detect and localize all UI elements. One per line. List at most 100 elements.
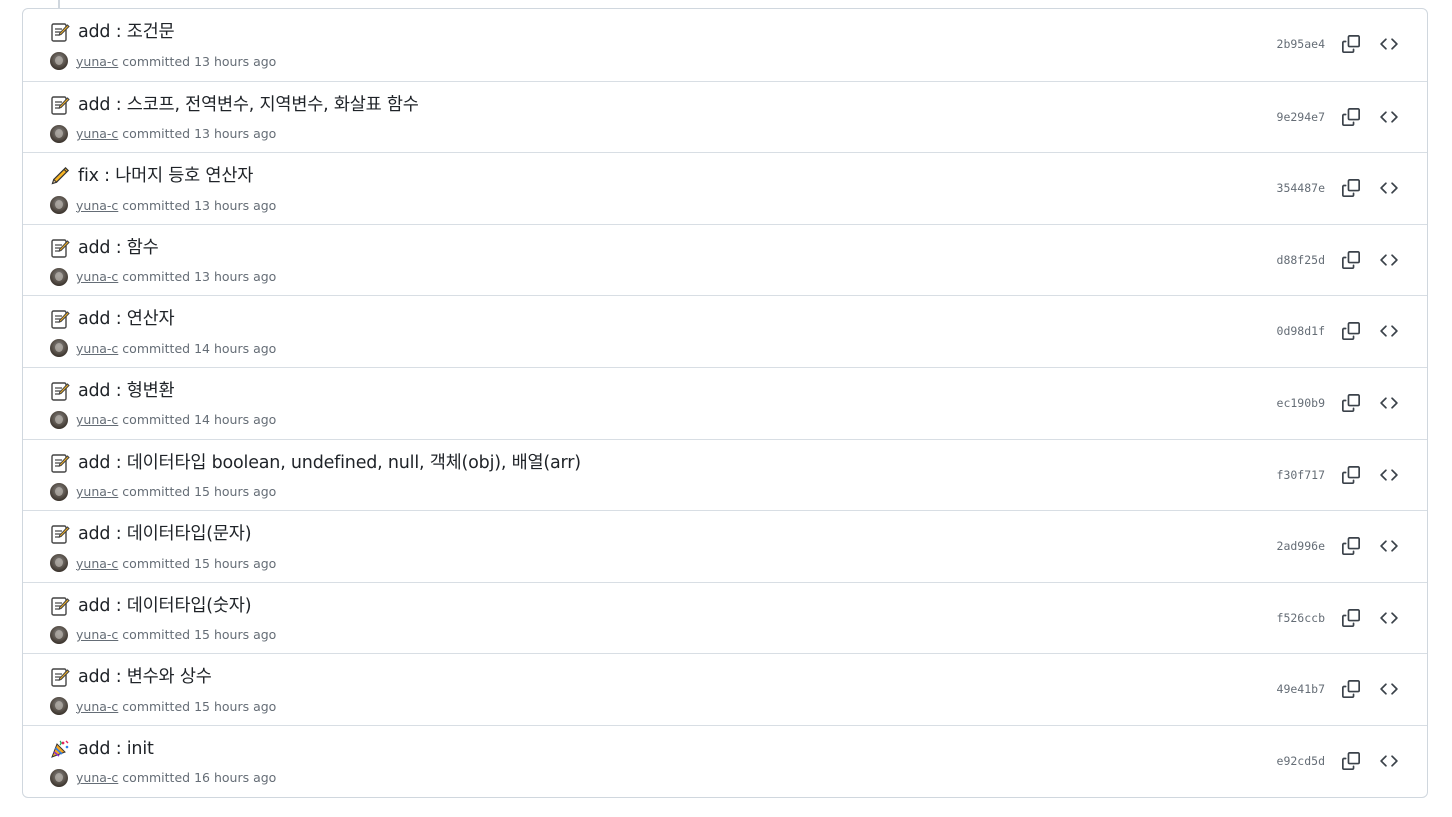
relative-time: 15 hours ago [194,698,277,714]
author-link[interactable]: yuna-c [76,699,118,714]
memo-icon [50,309,70,330]
copy-icon [1342,537,1360,556]
browse-repo-button[interactable] [1377,464,1401,486]
memo-icon [50,596,70,616]
commit-verb: committed [122,269,191,285]
copy-sha-button[interactable] [1339,106,1363,128]
code-icon [1380,540,1398,552]
browse-repo-button[interactable] [1377,106,1401,128]
relative-time: 14 hours ago [194,412,277,428]
browse-repo-button[interactable] [1377,678,1401,700]
author-link[interactable]: yuna-c [76,341,118,356]
author-link[interactable]: yuna-c [76,198,118,213]
commit-verb: committed [122,627,191,643]
author-link[interactable]: yuna-c [76,126,118,141]
browse-repo-button[interactable] [1377,607,1401,629]
browse-repo-button[interactable] [1377,177,1401,199]
author-link[interactable]: yuna-c [76,770,118,785]
browse-repo-button[interactable] [1377,33,1401,55]
commit-sha-link[interactable]: 9e294e7 [1277,110,1325,124]
commit-sha-link[interactable]: d88f25d [1277,253,1325,267]
commit-meta: yuna-c committed 16 hours ago [50,768,276,788]
avatar[interactable] [50,196,68,215]
browse-repo-button[interactable] [1377,392,1401,414]
author-link[interactable]: yuna-c [76,269,118,284]
copy-sha-button[interactable] [1339,607,1363,629]
author-link[interactable]: yuna-c [76,412,118,427]
avatar[interactable] [50,625,68,644]
commit-row: fix : 나머지 등호 연산자 yuna-c committed 13 hou… [23,152,1427,224]
copy-icon [1342,179,1360,198]
avatar[interactable] [50,267,68,286]
avatar[interactable] [50,554,68,573]
commit-verb: committed [122,126,191,142]
commit-sha-link[interactable]: 0d98d1f [1277,324,1325,338]
commit-title-link[interactable]: add : 데이터타입(숫자) [78,595,252,617]
commit-row: add : 데이터타입 boolean, undefined, null, 객체… [23,438,1427,511]
copy-icon [1342,107,1360,126]
code-icon [1380,397,1398,409]
copy-icon [1342,751,1360,770]
commit-title-link[interactable]: fix : 나머지 등호 연산자 [78,165,253,187]
author-link[interactable]: yuna-c [76,627,118,642]
commit-title-link[interactable]: add : 변수와 상수 [78,666,212,688]
author-link[interactable]: yuna-c [76,54,118,69]
browse-repo-button[interactable] [1377,320,1401,342]
copy-sha-button[interactable] [1339,177,1363,199]
commit-row: add : 함수 yuna-c committed 13 hours ago d… [23,223,1427,296]
commit-sha-link[interactable]: e92cd5d [1277,754,1325,768]
commit-sha-link[interactable]: ec190b9 [1277,396,1325,410]
author-link[interactable]: yuna-c [76,484,118,499]
memo-icon [50,95,70,115]
commit-title-link[interactable]: add : 함수 [78,237,159,259]
copy-sha-button[interactable] [1339,464,1363,486]
relative-time: 13 hours ago [194,126,277,142]
avatar[interactable] [50,768,68,787]
avatar[interactable] [50,410,68,429]
copy-sha-button[interactable] [1339,678,1363,700]
commit-title-link[interactable]: add : 연산자 [78,308,175,330]
commit-title-link[interactable]: add : init [78,738,154,760]
copy-sha-button[interactable] [1339,33,1363,55]
avatar[interactable] [50,52,68,70]
commit-meta: yuna-c committed 13 hours ago [50,195,276,215]
commit-row: add : 연산자 yuna-c committed 14 hours ago … [23,295,1427,367]
relative-time: 15 hours ago [194,484,277,500]
browse-repo-button[interactable] [1377,249,1401,271]
commit-title-link[interactable]: add : 데이터타입 boolean, undefined, null, 객체… [78,452,581,474]
copy-sha-button[interactable] [1339,249,1363,271]
code-icon [1380,755,1398,767]
commit-title-link[interactable]: add : 형변환 [78,380,175,402]
commit-sha-link[interactable]: 2ad996e [1277,539,1325,553]
commit-row: add : 형변환 yuna-c committed 14 hours ago … [23,366,1427,439]
avatar[interactable] [50,124,68,143]
memo-icon [50,22,70,42]
code-icon [1380,468,1398,481]
avatar[interactable] [50,339,68,358]
relative-time: 13 hours ago [194,269,277,285]
commit-title-link[interactable]: add : 스코프, 전역변수, 지역변수, 화살표 함수 [78,94,419,116]
copy-icon [1342,250,1360,269]
copy-sha-button[interactable] [1339,320,1363,342]
commit-meta: yuna-c committed 13 hours ago [50,124,276,144]
avatar[interactable] [50,697,68,716]
commit-sha-link[interactable]: 2b95ae4 [1277,37,1325,51]
copy-sha-button[interactable] [1339,392,1363,414]
commit-sha-link[interactable]: 49e41b7 [1277,682,1325,696]
author-link[interactable]: yuna-c [76,556,118,571]
memo-icon [50,238,70,258]
browse-repo-button[interactable] [1377,535,1401,557]
commit-title-link[interactable]: add : 데이터타입(문자) [78,523,252,545]
commit-title-link[interactable]: add : 조건문 [78,21,175,43]
commit-list: add : 조건문 yuna-c committed 13 hours ago … [22,8,1428,798]
commit-verb: committed [122,770,191,786]
browse-repo-button[interactable] [1377,750,1401,772]
code-icon [1380,254,1398,266]
copy-sha-button[interactable] [1339,750,1363,772]
avatar[interactable] [50,482,68,501]
copy-sha-button[interactable] [1339,535,1363,557]
commit-sha-link[interactable]: f526ccb [1277,611,1325,625]
commit-sha-link[interactable]: f30f717 [1277,468,1325,482]
commit-meta: yuna-c committed 14 hours ago [50,338,276,358]
commit-sha-link[interactable]: 354487e [1277,181,1325,195]
